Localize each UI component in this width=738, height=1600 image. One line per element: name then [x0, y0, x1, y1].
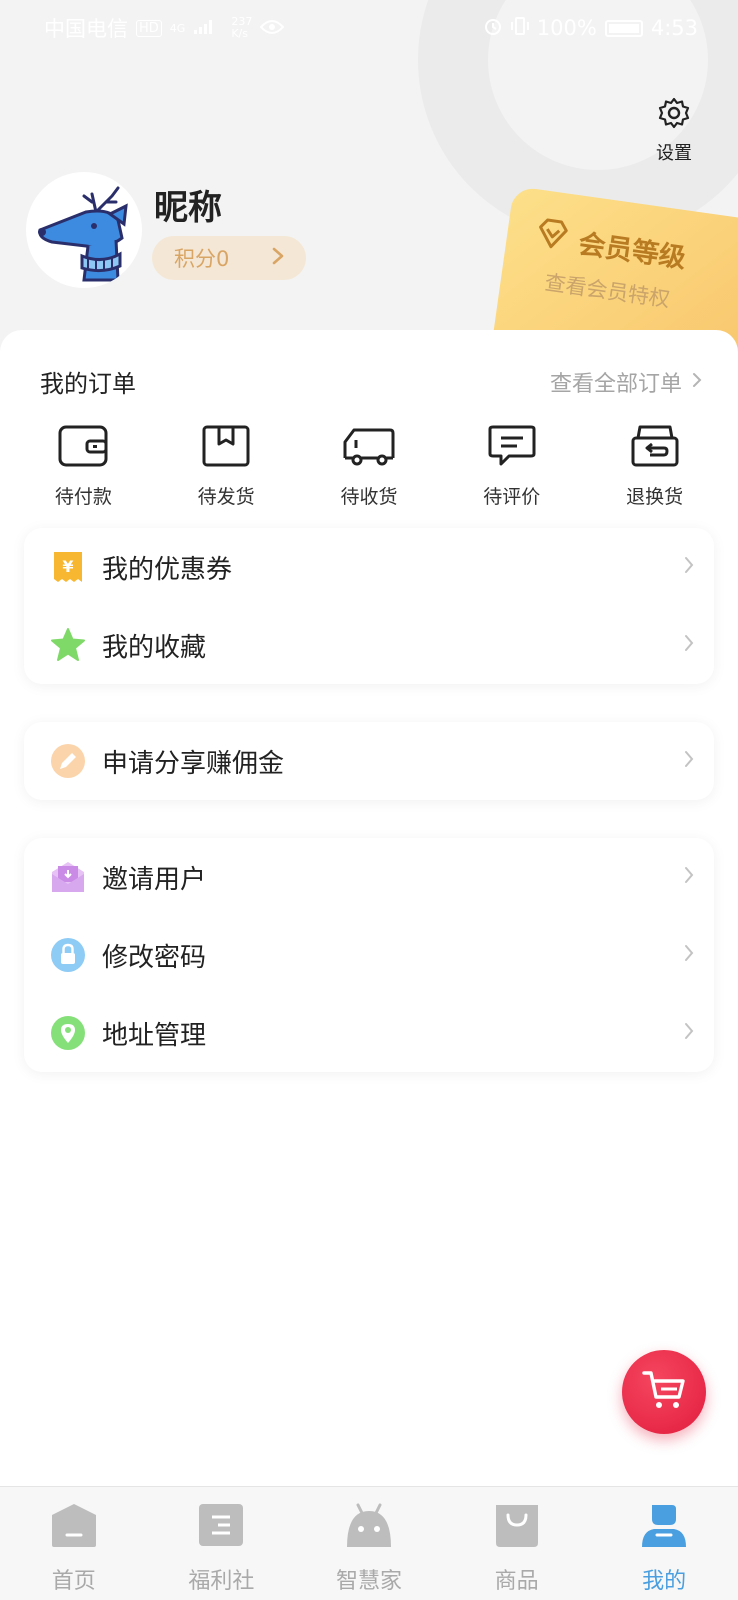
menu-item-label: 地址管理: [102, 1020, 207, 1051]
deer-avatar-icon: [38, 186, 128, 282]
wallet-icon: [57, 424, 109, 472]
chevron-right-icon: [684, 555, 694, 580]
tab-smart-home[interactable]: 智慧家: [309, 1501, 429, 1595]
orders-title: 我的订单: [40, 370, 136, 398]
order-pending-shipment[interactable]: 待发货: [166, 424, 286, 509]
lock-icon: [50, 937, 86, 973]
chevron-right-icon: [684, 1021, 694, 1046]
bottom-tab-bar: 首页 福利社 智慧家 商品 我的: [0, 1486, 738, 1600]
status-right: 100% 4:53: [483, 16, 698, 41]
tab-label: 我的: [642, 1569, 687, 1594]
carrier-label: 中国电信: [44, 17, 128, 41]
alarm-icon: [483, 16, 503, 41]
chevron-right-icon: [684, 943, 694, 968]
robot-icon: [344, 1501, 394, 1553]
hd-badge: HD: [136, 19, 162, 37]
status-bar: 中国电信 HD 4G 237 K/s 100% 4:53: [0, 0, 738, 56]
tab-label: 商品: [494, 1569, 539, 1594]
signal-label: 4G: [169, 21, 186, 35]
chevron-right-icon: [684, 633, 694, 658]
battery-icon: [604, 19, 643, 37]
order-status-row: 待付款 待发货 待收货 待评价 退换货: [0, 424, 738, 509]
menu-item-label: 我的优惠券: [102, 554, 233, 585]
battery-percent: 100%: [536, 16, 597, 40]
chevron-right-icon: [272, 246, 284, 270]
signal-icon: [193, 16, 215, 40]
coupon-icon: ¥: [50, 549, 86, 585]
menu-item-change-password[interactable]: 修改密码: [24, 916, 714, 994]
chevron-right-icon: [684, 749, 694, 774]
order-label: 待评价: [483, 486, 541, 508]
avatar[interactable]: [26, 172, 142, 288]
tab-label: 首页: [51, 1569, 96, 1594]
order-pending-payment[interactable]: 待付款: [23, 424, 143, 509]
menu-group-commission: 申请分享赚佣金: [24, 722, 714, 800]
tab-home[interactable]: 首页: [14, 1501, 134, 1595]
envelope-icon: [50, 859, 86, 895]
chevron-right-icon: [684, 865, 694, 890]
menu-item-invite-users[interactable]: 邀请用户: [24, 838, 714, 916]
speed-unit: K/s: [231, 27, 248, 40]
member-title: 会员等级: [576, 228, 688, 275]
eye-icon: [259, 16, 285, 40]
order-pending-receipt[interactable]: 待收货: [309, 424, 429, 509]
vibrate-icon: [510, 16, 529, 41]
tab-label: 福利社: [188, 1569, 255, 1594]
truck-icon: [342, 424, 396, 472]
menu-item-coupons[interactable]: ¥ 我的优惠券: [24, 528, 714, 606]
bag-icon: [492, 1501, 542, 1553]
chevron-right-icon: [692, 369, 702, 394]
menu-item-label: 我的收藏: [102, 632, 207, 663]
location-icon: [50, 1015, 86, 1051]
tab-label: 智慧家: [335, 1569, 402, 1594]
order-returns[interactable]: 退换货: [595, 424, 715, 509]
settings-button[interactable]: 设置: [644, 96, 704, 165]
order-label: 待付款: [54, 486, 112, 508]
order-pending-review[interactable]: 待评价: [452, 424, 572, 509]
menu-item-label: 邀请用户: [102, 864, 207, 895]
orders-header: 我的订单 查看全部订单: [40, 364, 702, 399]
menu-group-assets: ¥ 我的优惠券 我的收藏: [24, 528, 714, 684]
return-icon: [630, 424, 680, 472]
nickname[interactable]: 昵称: [154, 180, 222, 229]
points-label: 积分0: [174, 247, 230, 271]
menu-item-address-management[interactable]: 地址管理: [24, 994, 714, 1072]
comment-icon: [487, 424, 537, 472]
tab-profile[interactable]: 我的: [604, 1501, 724, 1595]
cart-button[interactable]: [622, 1350, 706, 1434]
tab-products[interactable]: 商品: [457, 1501, 577, 1595]
view-all-orders-link[interactable]: 查看全部订单: [550, 366, 702, 398]
view-all-orders-label: 查看全部订单: [549, 371, 682, 397]
order-label: 待收货: [340, 486, 398, 508]
box-icon: [201, 424, 251, 472]
pencil-icon: [50, 743, 86, 779]
profile-icon: [639, 1501, 689, 1553]
order-label: 退换货: [626, 486, 684, 508]
cart-icon: [641, 1369, 687, 1415]
menu-group-account: 邀请用户 修改密码 地址管理: [24, 838, 714, 1072]
clock: 4:53: [650, 16, 698, 40]
points-button[interactable]: 积分0: [152, 236, 306, 280]
order-label: 待发货: [197, 486, 255, 508]
list-icon: [196, 1501, 246, 1553]
menu-item-label: 修改密码: [102, 942, 207, 973]
status-left: 中国电信 HD 4G 237 K/s: [44, 13, 285, 43]
menu-item-share-commission[interactable]: 申请分享赚佣金: [24, 722, 714, 800]
menu-item-label: 申请分享赚佣金: [102, 748, 285, 779]
diamond-icon: [533, 217, 572, 258]
star-icon: [50, 627, 86, 663]
tab-welfare[interactable]: 福利社: [161, 1501, 281, 1595]
gear-icon: [657, 96, 691, 135]
settings-label: 设置: [656, 143, 692, 164]
menu-item-favorites[interactable]: 我的收藏: [24, 606, 714, 684]
home-icon: [49, 1501, 99, 1553]
network-speed: 237 K/s: [231, 16, 252, 40]
svg-text:¥: ¥: [62, 557, 73, 576]
